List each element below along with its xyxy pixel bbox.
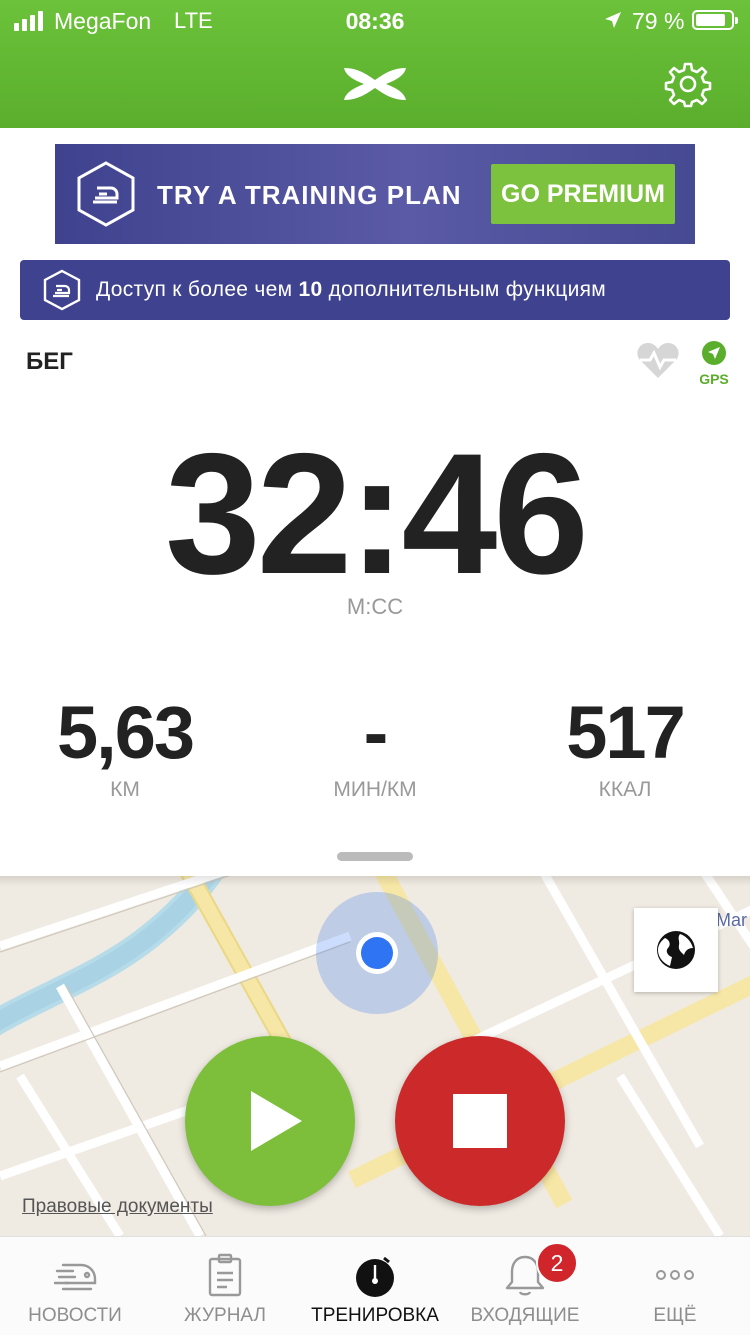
elapsed-timer: 32:46 [165,418,589,610]
tab-label: ЖУРНАЛ [184,1305,266,1326]
globe-icon [657,931,695,969]
gps-label: GPS [699,371,729,387]
location-arrow-icon [605,12,621,28]
calories-unit: ККАЛ [598,778,652,801]
distance-stat: 5,63 КМ [0,696,250,802]
tab-label: НОВОСТИ [28,1305,122,1326]
inbox-badge: 2 [536,1242,578,1284]
tab-news[interactable]: НОВОСТИ [0,1237,150,1335]
premium-hex-icon [43,269,81,311]
pace-stat: - МИН/КМ [250,696,500,802]
premium-features-text: Доступ к более чем 10 дополнительным фун… [96,278,607,301]
stopwatch-icon [356,1256,394,1297]
shoe-icon [53,1263,97,1291]
app-header: MegaFon LTE 08:36 79 % [0,0,750,128]
map-poi-label: Mar [716,910,747,930]
tab-label: ТРЕНИРОВКА [311,1305,439,1326]
tab-journal[interactable]: ЖУРНАЛ [150,1237,300,1335]
play-icon [251,1091,302,1151]
banner-headline: TRY A TRAINING PLAN [157,180,462,210]
stop-icon [453,1094,507,1148]
status-bar: MegaFon LTE 08:36 79 % [0,0,750,42]
map-type-button[interactable] [634,908,718,992]
go-premium-button[interactable]: GO PREMIUM [491,164,675,224]
gps-indicator: GPS [696,340,732,387]
tab-more[interactable]: ЕЩЁ [600,1237,750,1335]
calories-value: 517 [566,691,685,774]
gps-arrow-icon [702,341,726,365]
activity-type[interactable]: БЕГ [26,348,73,376]
tab-inbox[interactable]: ВХОДЯЩИЕ [450,1237,600,1335]
premium-features-bar[interactable]: Доступ к более чем 10 дополнительным фун… [20,260,730,320]
stop-button[interactable] [395,1036,565,1206]
resume-button[interactable] [185,1036,355,1206]
distance-value: 5,63 [56,691,195,774]
tab-label: ВХОДЯЩИЕ [470,1305,580,1326]
premium-hex-icon [77,161,135,227]
distance-unit: КМ [110,778,140,801]
heart-rate-icon[interactable] [636,340,680,380]
pace-unit: МИН/КМ [333,778,417,801]
calories-stat: 517 ККАЛ [500,696,750,802]
more-icon [656,1270,694,1280]
map-top-shadow [0,876,750,886]
panel-drag-handle[interactable] [337,852,413,861]
tab-workout[interactable]: ТРЕНИРОВКА [300,1237,450,1335]
under-armour-logo [344,68,406,100]
tab-label: ЕЩЁ [653,1305,697,1326]
gear-icon[interactable] [664,60,712,108]
battery-percent: 79 % [632,8,685,34]
training-plan-banner[interactable]: TRY A TRAINING PLAN GO PREMIUM [55,144,695,244]
bottom-tab-bar: НОВОСТИ ЖУРНАЛ ТРЕНИРОВКА ВХОДЯЩИЕ ЕЩЁ [0,1236,750,1335]
clipboard-icon [208,1253,242,1297]
battery-icon [692,10,738,30]
timer-unit: М:СС [346,594,404,619]
pace-value: - [363,691,389,774]
